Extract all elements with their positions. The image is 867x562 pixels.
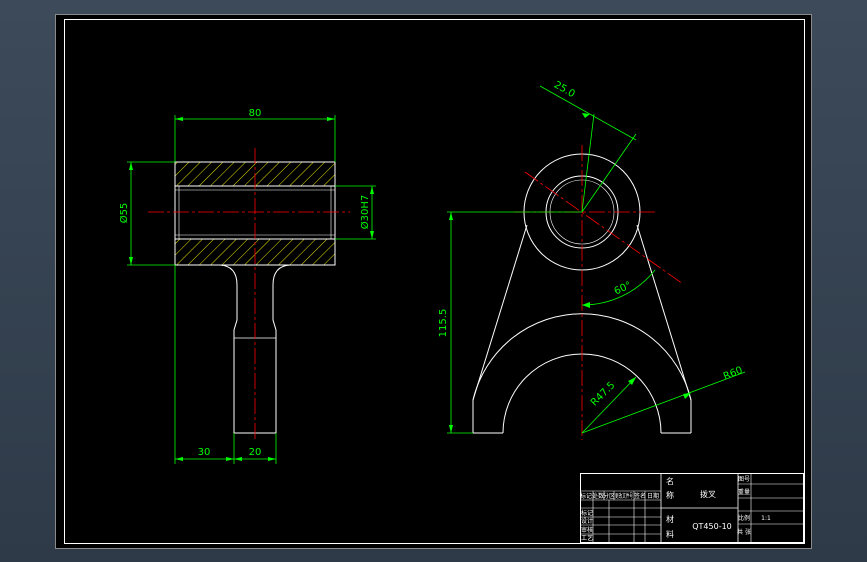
dim-outer-diameter-label: Ø55 xyxy=(118,203,130,224)
tb-material-label-1: 材 xyxy=(666,514,674,524)
tb-right-label: 共 张 xyxy=(737,528,751,536)
dim-width-label: 80 xyxy=(249,108,262,119)
cad-window: 80 Ø55 Ø30H7 30 20 25.0 60° 115.5 R47.5 … xyxy=(0,0,867,562)
tb-right-label: 比例 xyxy=(738,514,750,522)
tb-row-label: 设计 xyxy=(581,517,593,525)
tb-name-label-1: 名 xyxy=(666,476,674,486)
tb-header-cell: 签名 xyxy=(634,492,646,500)
dim-shaft-label: 20 xyxy=(249,447,262,458)
tb-material-value: QT450-10 xyxy=(692,522,732,531)
tb-row-label: 标记 xyxy=(581,509,593,517)
tb-header-cell: 标记 xyxy=(580,492,592,500)
tb-header-cell: 分区 xyxy=(603,492,615,500)
tb-header-cell: 日期 xyxy=(647,492,659,500)
dim-height-label: 115.5 xyxy=(438,309,449,338)
dim-left-label: 30 xyxy=(198,447,211,458)
tb-material-label-2: 料 xyxy=(666,529,674,539)
tb-right-label: 图号 xyxy=(738,476,750,483)
cad-drawing: 80 Ø55 Ø30H7 30 20 25.0 60° 115.5 R47.5 … xyxy=(55,14,812,549)
paper-sheet xyxy=(55,14,812,549)
tb-header-cell: 更改文件号 xyxy=(615,492,633,500)
tb-name-label-2: 称 xyxy=(666,490,674,500)
tb-row-label: 工艺 xyxy=(581,534,593,542)
dim-bore-label: Ø30H7 xyxy=(359,195,371,229)
tb-row-label: 审核 xyxy=(581,526,593,534)
tb-part-name: 拨叉 xyxy=(700,489,716,499)
tb-right-label: 重量 xyxy=(738,488,750,496)
tb-scale-value: 1:1 xyxy=(761,515,771,522)
